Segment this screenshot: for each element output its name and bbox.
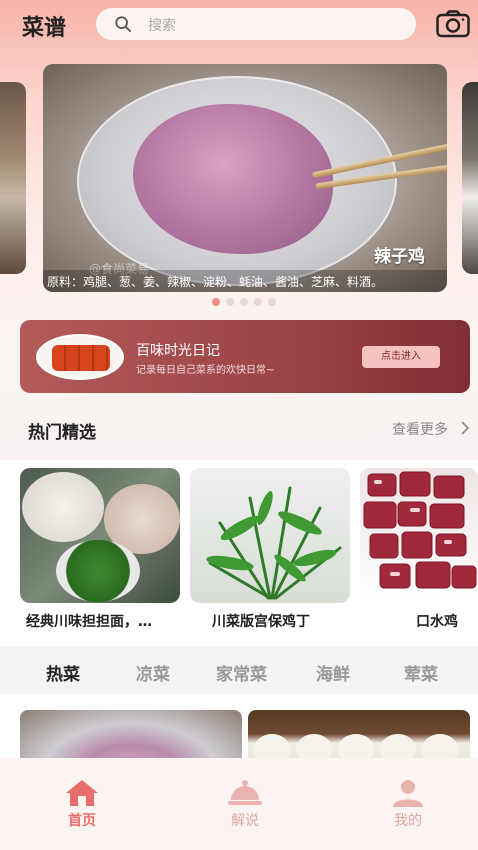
nav-item-profile[interactable]: 我的 — [368, 778, 448, 829]
hot-item[interactable]: 经典川味担担面，… — [20, 468, 180, 630]
nav-item-commentary[interactable]: 解说 — [205, 778, 285, 829]
nav-label: 我的 — [394, 813, 422, 829]
hot-item-image — [190, 468, 350, 603]
diary-food — [52, 345, 110, 371]
tab-cold-dishes[interactable]: 凉菜 — [136, 660, 170, 685]
bottom-nav: 首页 解说 我的 — [0, 758, 478, 850]
hot-item-image — [20, 468, 180, 603]
hot-section-header: 热门精选 查看更多 — [0, 410, 478, 446]
tab-hot-dishes[interactable]: 热菜 — [46, 660, 80, 685]
chevron-right-icon[interactable] — [460, 421, 470, 435]
carousel-dot[interactable] — [268, 298, 276, 306]
nav-label: 首页 — [68, 813, 96, 829]
tab-home-style[interactable]: 家常菜 — [216, 660, 267, 685]
banner-description: 原料：鸡腿、葱、姜、辣椒、淀粉、蚝油、酱油、芝麻、料酒。 — [43, 270, 447, 292]
banner-next-slide[interactable] — [462, 82, 478, 274]
user-icon — [393, 780, 423, 807]
diary-enter-button[interactable]: 点击进入 — [362, 346, 440, 368]
header: 菜谱 搜索 — [0, 0, 478, 48]
carousel-dot[interactable] — [240, 298, 248, 306]
app-title: 菜谱 — [22, 16, 67, 41]
see-more-link[interactable]: 查看更多 — [392, 419, 448, 439]
nav-label: 解说 — [231, 813, 259, 829]
tab-meat-dishes[interactable]: 荤菜 — [404, 660, 438, 685]
camera-icon[interactable] — [436, 10, 470, 38]
hot-item-label: 川菜版宫保鸡丁 — [212, 614, 310, 630]
tab-seafood[interactable]: 海鲜 — [316, 660, 350, 685]
search-placeholder: 搜索 — [148, 18, 176, 34]
hot-item-label: 口水鸡 — [416, 614, 458, 630]
banner-title: 辣子鸡 — [374, 247, 425, 267]
diary-dish-image — [36, 334, 124, 380]
diary-subtitle: 记录每日自己菜系的欢快日常~ — [136, 365, 275, 376]
carousel-dot[interactable] — [226, 298, 234, 306]
banner-slide[interactable]: @食尚菜易 辣子鸡 原料：鸡腿、葱、姜、辣椒、淀粉、蚝油、酱油、芝麻、料酒。 — [43, 64, 447, 292]
nav-item-home[interactable]: 首页 — [42, 778, 122, 829]
diary-card[interactable]: 百味时光日记 记录每日自己菜系的欢快日常~ 点击进入 — [20, 320, 470, 393]
hot-item[interactable]: 川菜版宫保鸡丁 — [190, 468, 350, 630]
hot-item[interactable]: 口水鸡 — [360, 468, 478, 630]
home-icon — [66, 780, 98, 806]
carousel-dots — [212, 298, 276, 306]
category-tabs: 热菜 凉菜 家常菜 海鲜 荤菜 — [0, 646, 478, 694]
section-title: 热门精选 — [28, 423, 96, 443]
hot-item-label: 经典川味担担面，… — [26, 614, 152, 630]
search-icon — [115, 16, 132, 33]
diary-title: 百味时光日记 — [136, 343, 220, 359]
search-input[interactable]: 搜索 — [96, 8, 416, 40]
cloche-icon — [228, 780, 262, 805]
banner-prev-slide[interactable] — [0, 82, 26, 274]
carousel-dot[interactable] — [212, 298, 220, 306]
hot-item-image — [360, 468, 478, 603]
carousel-dot[interactable] — [254, 298, 262, 306]
